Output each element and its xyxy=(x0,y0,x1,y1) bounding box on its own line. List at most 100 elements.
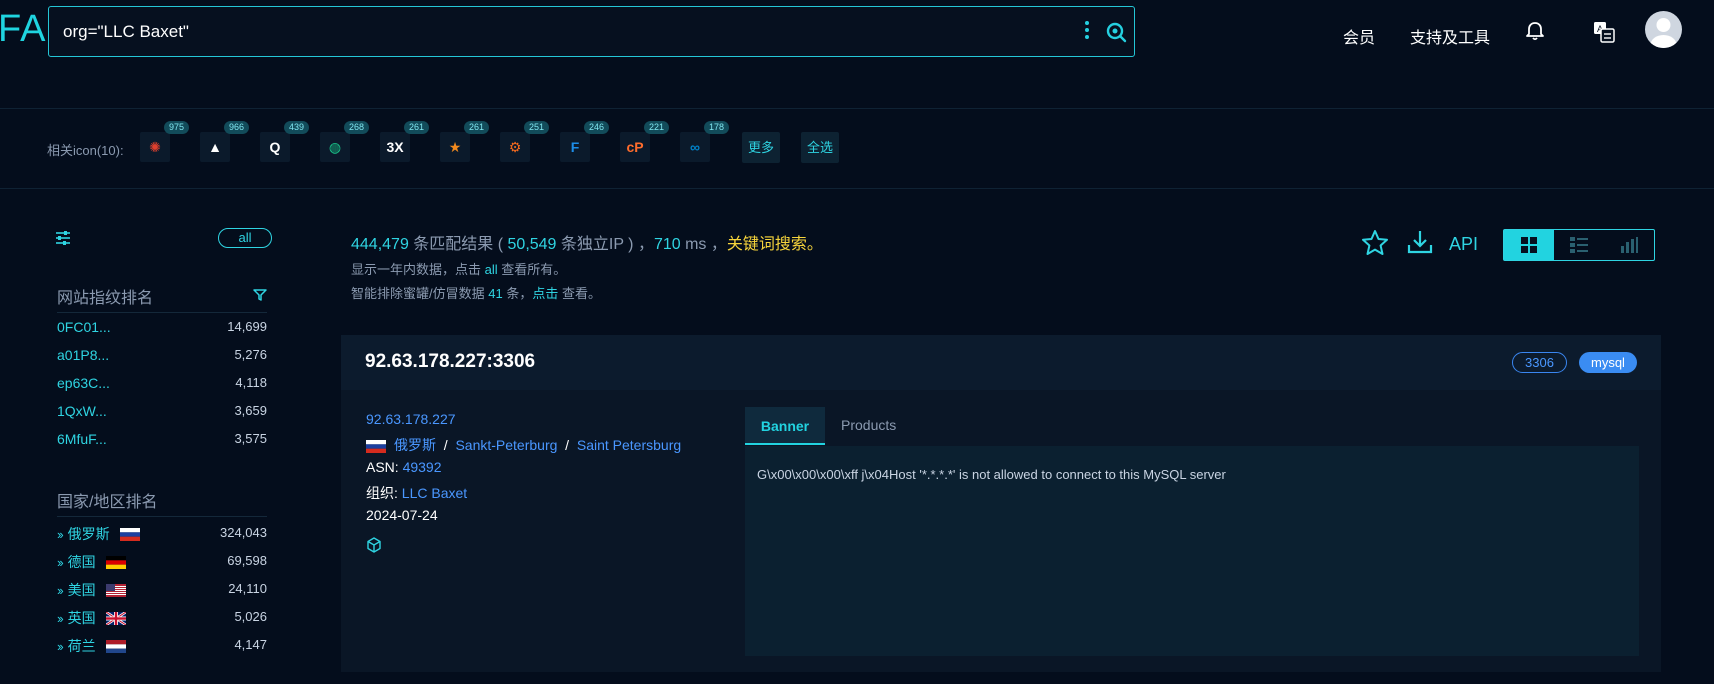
country-name: 美国 xyxy=(67,582,96,598)
country-name: 英国 xyxy=(67,610,96,626)
download-icon[interactable] xyxy=(1406,228,1434,256)
gear-red-icon[interactable]: ✺ xyxy=(140,132,170,162)
city-link[interactable]: Saint Petersburg xyxy=(577,437,681,453)
list-view-button[interactable] xyxy=(1554,230,1604,260)
icon-count-badge: 261 xyxy=(404,121,430,134)
country-count: 69,598 xyxy=(227,553,267,568)
country-item[interactable]: ›› 荷兰 xyxy=(57,636,126,656)
country-rank-title: 国家/地区排名 xyxy=(57,494,158,511)
chevron-right-icon: ›› xyxy=(57,554,64,570)
query-time: 710 xyxy=(653,236,681,253)
cube-icon[interactable] xyxy=(366,537,382,553)
chevron-right-icon: ›› xyxy=(57,610,64,626)
gb-flag-icon xyxy=(105,611,126,625)
org-link[interactable]: LLC Baxet xyxy=(402,485,467,501)
ip-link[interactable]: 92.63.178.227 xyxy=(366,411,456,427)
star-orange-icon[interactable]: ★ xyxy=(440,132,470,162)
fingerprint-item[interactable]: 1QxW... xyxy=(57,403,107,419)
fingerprint-count: 4,118 xyxy=(235,375,267,390)
de-flag-icon xyxy=(105,555,126,569)
fingerprint-item[interactable]: a01P8... xyxy=(57,347,109,363)
location-line: 俄罗斯 / Sankt-Peterburg / Saint Petersburg xyxy=(366,435,681,455)
us-flag-icon xyxy=(105,583,126,597)
divider xyxy=(57,312,267,313)
country-link[interactable]: 俄罗斯 xyxy=(394,437,436,453)
show-all-link[interactable]: all xyxy=(485,262,498,277)
search-box xyxy=(48,6,1135,57)
search-input[interactable] xyxy=(63,7,1023,56)
country-item[interactable]: ›› 英国 xyxy=(57,608,126,628)
tab-products[interactable]: Products xyxy=(841,417,896,433)
view-toggle xyxy=(1503,229,1655,261)
globe-green-icon[interactable]: ◍ xyxy=(320,132,350,162)
search-icon[interactable] xyxy=(1105,21,1127,43)
icon-count-badge: 246 xyxy=(584,121,610,134)
q-logo-icon[interactable]: Q xyxy=(260,132,290,162)
asn-line: ASN: 49392 xyxy=(366,459,442,475)
ip-port-title[interactable]: 92.63.178.227:3306 xyxy=(365,351,535,373)
3x-logo-icon[interactable]: 3X xyxy=(380,132,410,162)
one-year-note: 显示一年内数据，点击 all 查看所有。 xyxy=(351,262,567,277)
select-all-button[interactable]: 全选 xyxy=(801,132,840,163)
region-link[interactable]: Sankt-Peterburg xyxy=(455,437,557,453)
list-icon xyxy=(1570,237,1588,253)
tab-banner[interactable]: Banner xyxy=(745,407,825,445)
related-icons-label: 相关icon(10): xyxy=(47,143,124,158)
protocol-tag[interactable]: mysql xyxy=(1579,352,1637,373)
divider xyxy=(57,516,267,517)
filter-icon[interactable] xyxy=(253,288,267,302)
chevron-right-icon: ›› xyxy=(57,582,64,598)
icon-count-badge: 268 xyxy=(344,121,370,134)
port-tag[interactable]: 3306 xyxy=(1512,352,1567,373)
logo[interactable]: FA xyxy=(0,8,46,51)
sliders-icon[interactable] xyxy=(55,230,71,246)
ru-flag-icon xyxy=(119,527,140,541)
honeypot-view-link[interactable]: 点击 xyxy=(532,286,558,301)
grafana-icon[interactable]: ⚙ xyxy=(500,132,530,162)
all-toggle[interactable]: all xyxy=(218,228,272,248)
total-count: 444,479 xyxy=(351,236,409,253)
member-link[interactable]: 会员 xyxy=(1343,24,1375,48)
country-count: 5,026 xyxy=(234,609,267,624)
russia-flag-icon xyxy=(366,439,386,453)
fingerprint-item[interactable]: ep63C... xyxy=(57,375,110,391)
result-summary: 444,479 条匹配结果 ( 50,549 条独立IP ) ，710 ms ，… xyxy=(351,236,823,253)
grid-view-button[interactable] xyxy=(1504,230,1554,260)
country-name: 德国 xyxy=(67,554,96,570)
bell-icon[interactable] xyxy=(1524,20,1546,42)
country-item[interactable]: ›› 美国 xyxy=(57,580,126,600)
divider xyxy=(0,108,1714,109)
avatar[interactable] xyxy=(1645,11,1682,48)
divider xyxy=(0,188,1714,189)
honeypot-note: 智能排除蜜罐/仿冒数据 41 条，点击 查看。 xyxy=(351,286,601,301)
result-card-header xyxy=(341,335,1661,390)
api-button[interactable]: API xyxy=(1449,234,1478,255)
fingerprint-count: 3,659 xyxy=(234,403,267,418)
keyword-search-link[interactable]: 关键词搜索 xyxy=(727,236,807,253)
flag-white-icon[interactable]: ▲ xyxy=(200,132,230,162)
country-item[interactable]: ›› 德国 xyxy=(57,552,126,572)
fingerprint-item[interactable]: 0FC01... xyxy=(57,319,111,335)
icon-count-badge: 221 xyxy=(644,121,670,134)
icon-count-badge: 966 xyxy=(224,121,250,134)
asn-link[interactable]: 49392 xyxy=(403,459,442,475)
chevron-right-icon: ›› xyxy=(57,526,64,542)
bar-chart-icon xyxy=(1621,237,1638,253)
nextcloud-icon[interactable]: ∞ xyxy=(680,132,710,162)
cpanel-icon[interactable]: cP xyxy=(620,132,650,162)
support-tools-link[interactable]: 支持及工具 xyxy=(1410,24,1490,48)
nl-flag-icon xyxy=(105,639,126,653)
star-icon[interactable] xyxy=(1361,229,1389,257)
fingerprint-rank-title: 网站指纹排名 xyxy=(57,290,154,307)
date: 2024-07-24 xyxy=(366,507,438,523)
icon-count-badge: 261 xyxy=(464,121,490,134)
fingerprint-item[interactable]: 6MfuF... xyxy=(57,431,107,447)
fingerprint-count: 3,575 xyxy=(234,431,267,446)
chevron-right-icon: ›› xyxy=(57,638,64,654)
country-item[interactable]: ›› 俄罗斯 xyxy=(57,524,140,544)
stats-view-button[interactable] xyxy=(1604,230,1654,260)
f-blue-icon[interactable]: F xyxy=(560,132,590,162)
more-icons-button[interactable]: 更多 xyxy=(742,132,781,163)
translate-icon[interactable]: A xyxy=(1592,20,1616,44)
more-options-icon[interactable] xyxy=(1083,21,1091,43)
